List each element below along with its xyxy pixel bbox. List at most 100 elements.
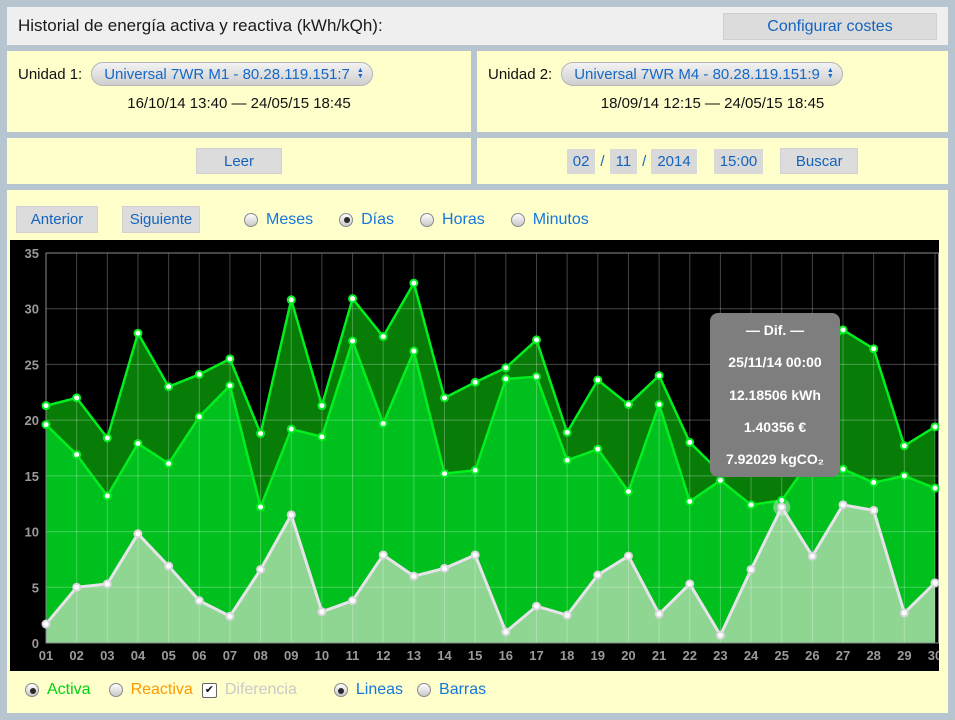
data-point[interactable] bbox=[625, 553, 632, 560]
year-field[interactable]: 2014 bbox=[651, 149, 696, 174]
data-point[interactable] bbox=[931, 579, 938, 586]
data-point[interactable] bbox=[288, 511, 295, 518]
data-point[interactable] bbox=[318, 402, 325, 409]
unit1-device-select[interactable]: Universal 7WR M1 - 80.28.119.151:7 ▲▼ bbox=[91, 62, 373, 86]
data-point[interactable] bbox=[349, 295, 356, 302]
configure-costs-button[interactable]: Configurar costes bbox=[723, 13, 937, 40]
data-point[interactable] bbox=[594, 572, 601, 579]
period-option-dias[interactable]: Días bbox=[339, 211, 394, 229]
data-point[interactable] bbox=[686, 439, 693, 446]
legend-option-barras[interactable]: Barras bbox=[417, 681, 486, 699]
data-point[interactable] bbox=[441, 565, 448, 572]
data-point[interactable] bbox=[226, 355, 233, 362]
data-point[interactable] bbox=[380, 420, 387, 427]
data-point[interactable] bbox=[196, 371, 203, 378]
data-point[interactable] bbox=[717, 477, 724, 484]
data-point[interactable] bbox=[104, 492, 111, 499]
data-point[interactable] bbox=[931, 485, 938, 492]
period-option-meses[interactable]: Meses bbox=[244, 211, 313, 229]
data-point[interactable] bbox=[901, 609, 908, 616]
data-point[interactable] bbox=[410, 348, 417, 355]
data-point[interactable] bbox=[441, 394, 448, 401]
data-point[interactable] bbox=[717, 632, 724, 639]
data-point[interactable] bbox=[165, 383, 172, 390]
day-field[interactable]: 02 bbox=[567, 149, 596, 174]
data-point[interactable] bbox=[349, 597, 356, 604]
legend-option-diferencia[interactable]: ✔ Diferencia bbox=[202, 681, 297, 699]
radio-icon-selected[interactable] bbox=[339, 213, 353, 227]
data-point[interactable] bbox=[257, 566, 264, 573]
data-point[interactable] bbox=[564, 612, 571, 619]
data-point[interactable] bbox=[809, 553, 816, 560]
data-point[interactable] bbox=[870, 345, 877, 352]
data-point[interactable] bbox=[870, 479, 877, 486]
data-point[interactable] bbox=[840, 501, 847, 508]
data-point[interactable] bbox=[134, 440, 141, 447]
data-point[interactable] bbox=[43, 402, 50, 409]
data-point[interactable] bbox=[73, 394, 80, 401]
data-point[interactable] bbox=[656, 611, 663, 618]
period-option-minutos[interactable]: Minutos bbox=[511, 211, 589, 229]
data-point[interactable] bbox=[502, 628, 509, 635]
data-point[interactable] bbox=[686, 498, 693, 505]
data-point[interactable] bbox=[564, 429, 571, 436]
data-point[interactable] bbox=[288, 296, 295, 303]
radio-icon[interactable] bbox=[417, 683, 431, 697]
data-point[interactable] bbox=[288, 426, 295, 433]
data-point[interactable] bbox=[380, 333, 387, 340]
data-point[interactable] bbox=[472, 467, 479, 474]
legend-option-lineas[interactable]: Lineas bbox=[334, 681, 403, 699]
radio-icon[interactable] bbox=[244, 213, 258, 227]
data-point[interactable] bbox=[73, 451, 80, 458]
data-point[interactable] bbox=[778, 504, 785, 511]
radio-icon-selected[interactable] bbox=[25, 683, 39, 697]
period-option-horas[interactable]: Horas bbox=[420, 211, 485, 229]
month-field[interactable]: 11 bbox=[610, 149, 638, 174]
data-point[interactable] bbox=[748, 501, 755, 508]
data-point[interactable] bbox=[472, 379, 479, 386]
unit2-device-select[interactable]: Universal 7WR M4 - 80.28.119.151:9 ▲▼ bbox=[561, 62, 843, 86]
data-point[interactable] bbox=[104, 434, 111, 441]
data-point[interactable] bbox=[594, 377, 601, 384]
data-point[interactable] bbox=[318, 433, 325, 440]
data-point[interactable] bbox=[533, 336, 540, 343]
data-point[interactable] bbox=[502, 375, 509, 382]
data-point[interactable] bbox=[349, 338, 356, 345]
radio-icon[interactable] bbox=[109, 683, 123, 697]
data-point[interactable] bbox=[318, 608, 325, 615]
data-point[interactable] bbox=[533, 373, 540, 380]
data-point[interactable] bbox=[43, 621, 50, 628]
search-button[interactable]: Buscar bbox=[780, 148, 858, 174]
data-point[interactable] bbox=[686, 580, 693, 587]
data-point[interactable] bbox=[472, 551, 479, 558]
data-point[interactable] bbox=[134, 330, 141, 337]
data-point[interactable] bbox=[901, 472, 908, 479]
data-point[interactable] bbox=[257, 430, 264, 437]
data-point[interactable] bbox=[380, 551, 387, 558]
data-point[interactable] bbox=[502, 364, 509, 371]
previous-button[interactable]: Anterior bbox=[16, 206, 98, 233]
data-point[interactable] bbox=[43, 421, 50, 428]
data-point[interactable] bbox=[840, 466, 847, 473]
read-button[interactable]: Leer bbox=[196, 148, 282, 174]
data-point[interactable] bbox=[625, 401, 632, 408]
data-point[interactable] bbox=[564, 457, 571, 464]
data-point[interactable] bbox=[165, 563, 172, 570]
data-point[interactable] bbox=[410, 573, 417, 580]
legend-option-reactiva[interactable]: Reactiva bbox=[109, 681, 193, 699]
data-point[interactable] bbox=[226, 613, 233, 620]
radio-icon[interactable] bbox=[420, 213, 434, 227]
data-point[interactable] bbox=[410, 280, 417, 287]
radio-icon-selected[interactable] bbox=[334, 683, 348, 697]
checkbox-checked-icon[interactable]: ✔ bbox=[202, 683, 217, 698]
data-point[interactable] bbox=[931, 423, 938, 430]
next-button[interactable]: Siguiente bbox=[122, 206, 200, 233]
data-point[interactable] bbox=[134, 530, 141, 537]
data-point[interactable] bbox=[104, 580, 111, 587]
data-point[interactable] bbox=[901, 442, 908, 449]
legend-option-activa[interactable]: Activa bbox=[25, 681, 91, 699]
data-point[interactable] bbox=[656, 372, 663, 379]
data-point[interactable] bbox=[257, 504, 264, 511]
data-point[interactable] bbox=[840, 326, 847, 333]
time-field[interactable]: 15:00 bbox=[714, 149, 764, 174]
